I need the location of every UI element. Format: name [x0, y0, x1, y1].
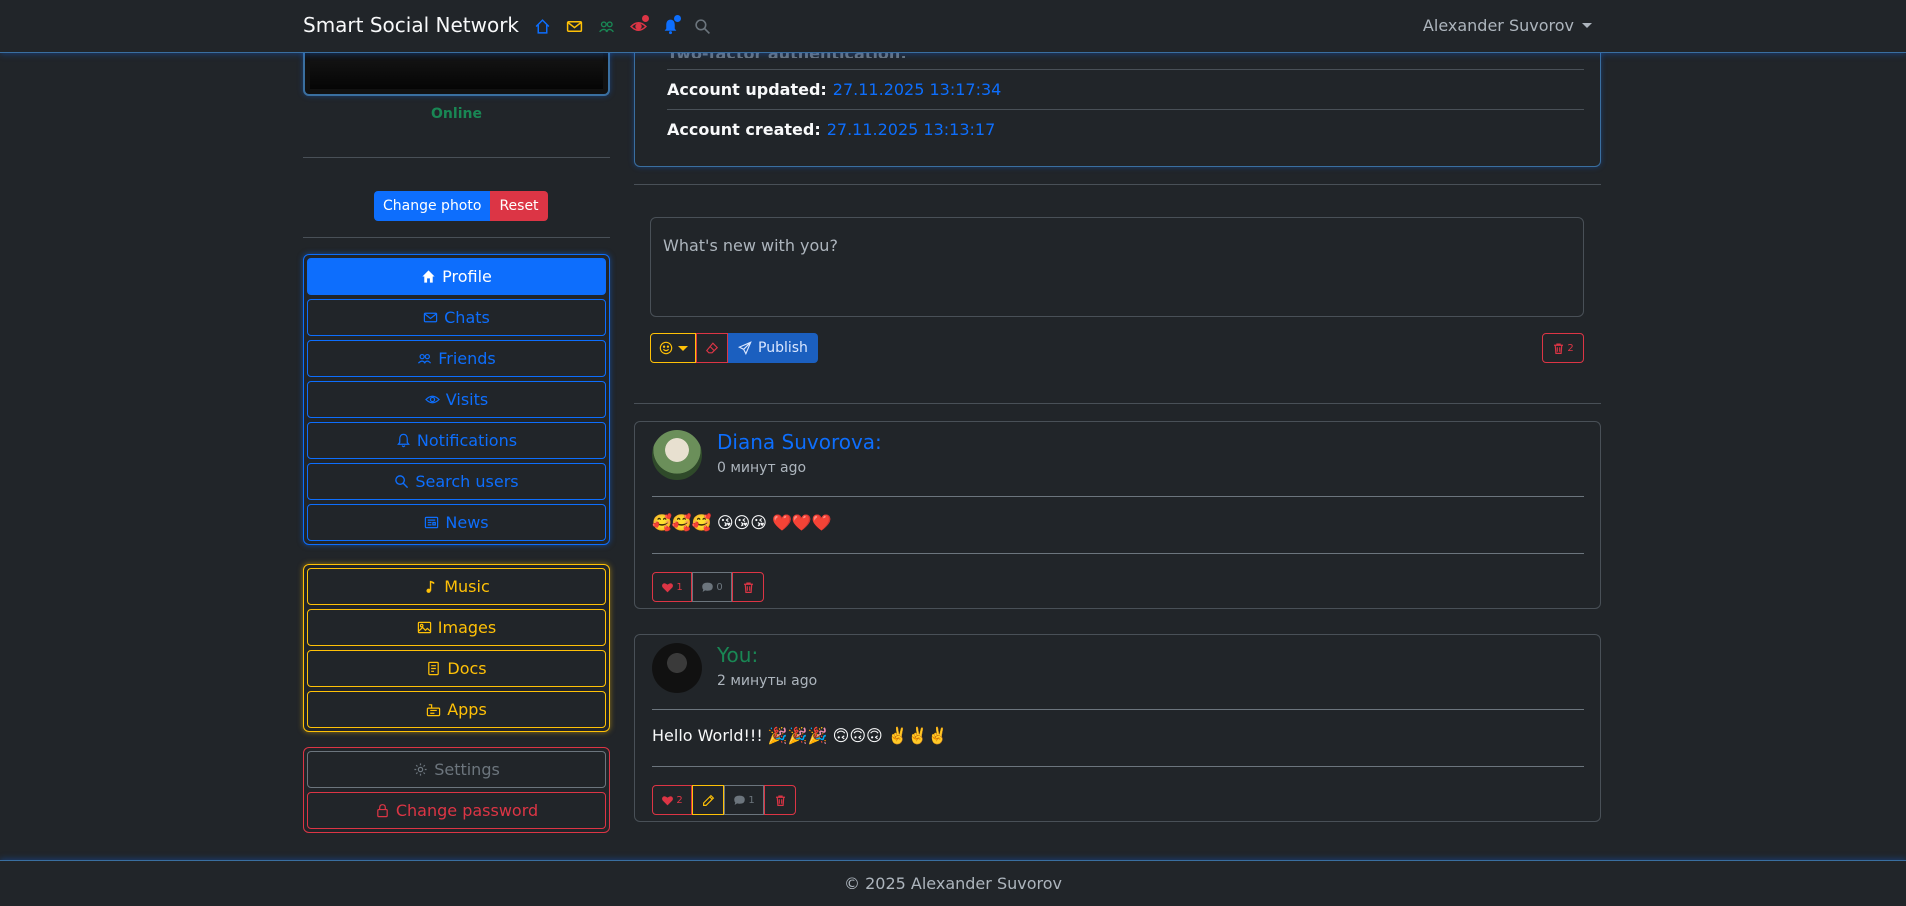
post-author[interactable]: You: [717, 643, 758, 667]
like-button[interactable]: 1 [652, 572, 692, 602]
post-time: 0 минут ago [717, 460, 807, 476]
music-note-icon [426, 580, 435, 593]
sidebar-item-chats[interactable]: Chats [307, 299, 606, 336]
user-name: Alexander Suvorov [1422, 16, 1574, 35]
heart-icon [662, 582, 674, 592]
home-icon[interactable] [531, 15, 553, 37]
envelope-icon[interactable] [563, 15, 585, 37]
edit-post-button[interactable] [692, 785, 724, 815]
delete-post-button[interactable] [764, 785, 796, 815]
chevron-down-icon [677, 345, 688, 351]
apps-icon [427, 704, 441, 717]
divider [303, 157, 610, 158]
people-icon [418, 353, 432, 364]
account-menu: Settings Change password [303, 747, 610, 833]
post-actions: 1 0 [652, 572, 764, 602]
avatar[interactable] [652, 430, 702, 480]
people-icon[interactable] [595, 15, 617, 37]
online-status: Online [431, 106, 482, 122]
nav-icons [531, 15, 713, 37]
trash-count-badge: 2 [1567, 342, 1574, 354]
sidebar-item-news[interactable]: News [307, 504, 606, 541]
change-photo-button[interactable]: Change photo [374, 191, 491, 221]
divider [303, 237, 610, 238]
emoji-picker-button[interactable] [650, 333, 696, 363]
lock-icon [377, 804, 388, 818]
clear-button[interactable] [696, 333, 728, 363]
post-card: You: 2 минуты ago Hello World!!! 🎉🎉🎉 🙃🙃🙃… [634, 634, 1601, 822]
search-icon [395, 475, 409, 489]
smile-icon [659, 341, 672, 355]
post-author[interactable]: Diana Suvorova: [717, 430, 882, 454]
search-icon[interactable] [691, 15, 713, 37]
image-icon [417, 621, 431, 634]
sidebar-item-images[interactable]: Images [307, 609, 606, 646]
sidebar-item-notifications[interactable]: Notifications [307, 422, 606, 459]
avatar[interactable] [652, 643, 702, 693]
heart-icon [662, 795, 674, 805]
send-icon [738, 341, 752, 355]
bell-notification-dot [674, 15, 681, 22]
navbar: Smart Social Network Alexander Suvorov [0, 0, 1906, 53]
post-time: 2 минуты ago [717, 673, 818, 689]
sidebar-item-apps[interactable]: Apps [307, 691, 606, 728]
envelope-icon [423, 312, 438, 323]
post-text: Hello World!!! 🎉🎉🎉 🙃🙃🙃 ✌️✌️✌️ [652, 726, 948, 745]
eye-icon [424, 395, 440, 404]
house-icon [422, 270, 435, 283]
post-text: 🥰🥰🥰 😘😘😘 ❤️❤️❤️ [652, 513, 832, 532]
eye-icon[interactable] [627, 15, 649, 37]
divider [634, 403, 1601, 404]
publish-button[interactable]: Publish [728, 333, 818, 363]
document-icon [428, 661, 440, 676]
chevron-down-icon [1582, 23, 1592, 28]
post-input[interactable]: What's new with you? [650, 217, 1584, 317]
bell-icon [397, 433, 410, 448]
post-actions: 2 1 [652, 785, 796, 815]
comment-icon [702, 582, 714, 592]
footer: © 2025 Alexander Suvorov [0, 860, 1906, 906]
account-created-row: Account created: 27.11.2025 13:13:17 [667, 119, 996, 139]
trash-button[interactable]: 2 [1542, 333, 1584, 363]
comment-button[interactable]: 1 [724, 785, 764, 815]
user-menu-dropdown[interactable]: Alexander Suvorov [1423, 16, 1592, 35]
delete-post-button[interactable] [732, 572, 764, 602]
trash-icon [775, 794, 785, 806]
sidebar-item-docs[interactable]: Docs [307, 650, 606, 687]
sidebar-item-change-password[interactable]: Change password [307, 792, 606, 829]
divider [634, 184, 1601, 185]
main-menu: Profile Chats Friends Visits Notificatio… [303, 254, 610, 545]
gear-icon [414, 763, 427, 776]
pencil-icon [702, 794, 714, 806]
trash-icon [1554, 342, 1564, 354]
sidebar-item-profile[interactable]: Profile [307, 258, 606, 295]
media-menu: Music Images Docs Apps [303, 564, 610, 732]
comment-button[interactable]: 0 [692, 572, 732, 602]
photo-buttons: Change photo Reset [374, 191, 548, 221]
footer-text: © 2025 Alexander Suvorov [844, 874, 1062, 893]
eraser-icon [705, 342, 719, 354]
post-card: Diana Suvorova: 0 минут ago 🥰🥰🥰 😘😘😘 ❤️❤️… [634, 421, 1601, 609]
sidebar-item-search-users[interactable]: Search users [307, 463, 606, 500]
comment-icon [734, 795, 746, 805]
brand-title[interactable]: Smart Social Network [303, 13, 519, 37]
reset-photo-button[interactable]: Reset [490, 191, 548, 221]
newspaper-icon [425, 516, 439, 529]
sidebar-item-visits[interactable]: Visits [307, 381, 606, 418]
sidebar-item-settings[interactable]: Settings [307, 751, 606, 788]
bell-icon[interactable] [659, 15, 681, 37]
account-updated-row: Account updated: 27.11.2025 13:17:34 [667, 79, 1002, 99]
composer-toolbar: Publish [650, 333, 818, 363]
sidebar-item-friends[interactable]: Friends [307, 340, 606, 377]
like-button[interactable]: 2 [652, 785, 692, 815]
eye-notification-dot [642, 15, 649, 22]
sidebar-item-music[interactable]: Music [307, 568, 606, 605]
account-info-card: Two-factor authentication: Account updat… [634, 44, 1601, 167]
trash-icon [743, 581, 753, 593]
